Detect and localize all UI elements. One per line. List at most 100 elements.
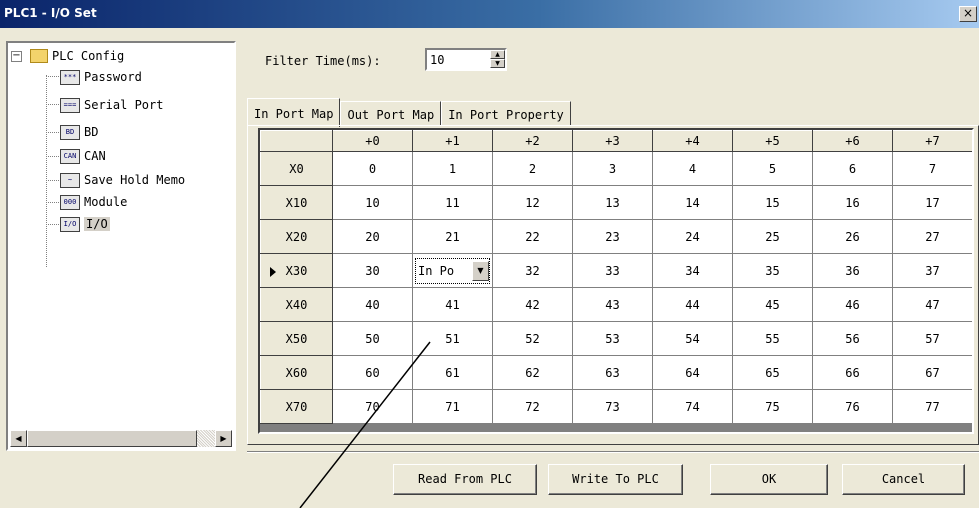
- read-from-plc-button[interactable]: Read From PLC: [393, 464, 537, 495]
- grid-cell[interactable]: 44: [652, 287, 733, 322]
- grid-cell[interactable]: 12: [492, 185, 573, 220]
- grid-cell[interactable]: 30: [332, 253, 413, 288]
- tree-item-password[interactable]: *** Password: [60, 67, 142, 87]
- row-header[interactable]: X40: [260, 287, 333, 322]
- config-tree[interactable]: − PLC Config *** Password === Serial Por…: [6, 41, 236, 451]
- grid-cell[interactable]: 15: [732, 185, 813, 220]
- close-button[interactable]: ×: [959, 6, 977, 22]
- grid-cell[interactable]: 14: [652, 185, 733, 220]
- scroll-left-icon[interactable]: ◀: [10, 430, 27, 447]
- grid-cell[interactable]: 54: [652, 321, 733, 356]
- grid-cell[interactable]: 73: [572, 389, 653, 424]
- grid-cell[interactable]: 26: [812, 219, 893, 254]
- grid-cell[interactable]: 3: [572, 151, 653, 186]
- grid-cell[interactable]: 63: [572, 355, 653, 390]
- grid-cell[interactable]: 66: [812, 355, 893, 390]
- grid-cell[interactable]: 36: [812, 253, 893, 288]
- grid-cell[interactable]: 40: [332, 287, 413, 322]
- grid-cell-editing[interactable]: In Po ▼: [412, 253, 493, 288]
- grid-cell[interactable]: 41: [412, 287, 493, 322]
- scroll-track[interactable]: [197, 430, 215, 447]
- tree-item-bd[interactable]: BD BD: [60, 122, 98, 142]
- tab-in-port-map[interactable]: In Port Map: [247, 98, 341, 127]
- grid-cell[interactable]: 74: [652, 389, 733, 424]
- close-icon[interactable]: ×: [963, 6, 973, 20]
- grid-cell[interactable]: 76: [812, 389, 893, 424]
- tab-out-port-map[interactable]: Out Port Map: [340, 101, 442, 126]
- row-header[interactable]: X50: [260, 321, 333, 356]
- row-header[interactable]: X30: [260, 253, 333, 288]
- grid-cell[interactable]: 25: [732, 219, 813, 254]
- row-header[interactable]: X70: [260, 389, 333, 424]
- grid-cell[interactable]: 10: [332, 185, 413, 220]
- cell-editor-value[interactable]: In Po: [418, 264, 458, 278]
- grid-cell[interactable]: 20: [332, 219, 413, 254]
- row-header[interactable]: X20: [260, 219, 333, 254]
- grid-cell[interactable]: 42: [492, 287, 573, 322]
- grid-cell[interactable]: 43: [572, 287, 653, 322]
- grid-cell[interactable]: 32: [492, 253, 573, 288]
- grid-cell[interactable]: 64: [652, 355, 733, 390]
- tree-item-plc-config[interactable]: PLC Config: [30, 46, 124, 66]
- grid-cell[interactable]: 1: [412, 151, 493, 186]
- grid-cell[interactable]: 62: [492, 355, 573, 390]
- grid-cell[interactable]: 0: [332, 151, 413, 186]
- grid-cell[interactable]: 5: [732, 151, 813, 186]
- grid-cell[interactable]: 13: [572, 185, 653, 220]
- grid-cell[interactable]: 35: [732, 253, 813, 288]
- tab-in-port-property[interactable]: In Port Property: [441, 101, 571, 126]
- row-header[interactable]: X60: [260, 355, 333, 390]
- grid-cell[interactable]: 17: [892, 185, 972, 220]
- grid-cell[interactable]: 55: [732, 321, 813, 356]
- spin-up-icon[interactable]: ▲: [490, 50, 505, 59]
- grid-cell[interactable]: 27: [892, 219, 972, 254]
- grid-cell[interactable]: 11: [412, 185, 493, 220]
- grid-cell[interactable]: 71: [412, 389, 493, 424]
- grid-cell[interactable]: 34: [652, 253, 733, 288]
- grid-cell[interactable]: 2: [492, 151, 573, 186]
- in-port-map-grid[interactable]: +0 +1 +2 +3 +4 +5 +6 +7 X0 0 1 2 3 4 5 6…: [258, 128, 974, 434]
- grid-cell[interactable]: 24: [652, 219, 733, 254]
- grid-cell[interactable]: 67: [892, 355, 972, 390]
- grid-cell[interactable]: 46: [812, 287, 893, 322]
- collapse-icon[interactable]: −: [11, 51, 22, 62]
- grid-cell[interactable]: 45: [732, 287, 813, 322]
- grid-cell[interactable]: 6: [812, 151, 893, 186]
- tree-item-save-hold-memory[interactable]: ~ Save Hold Memo: [60, 170, 185, 190]
- dropdown-arrow-icon[interactable]: ▼: [472, 260, 489, 281]
- grid-cell[interactable]: 21: [412, 219, 493, 254]
- cell-combo-editor[interactable]: In Po ▼: [415, 257, 490, 284]
- tree-horizontal-scrollbar[interactable]: ◀ ▶: [10, 430, 232, 447]
- grid-cell[interactable]: 77: [892, 389, 972, 424]
- grid-cell[interactable]: 22: [492, 219, 573, 254]
- grid-cell[interactable]: 51: [412, 321, 493, 356]
- grid-cell[interactable]: 72: [492, 389, 573, 424]
- grid-cell[interactable]: 65: [732, 355, 813, 390]
- row-header[interactable]: X10: [260, 185, 333, 220]
- grid-cell[interactable]: 75: [732, 389, 813, 424]
- grid-cell[interactable]: 33: [572, 253, 653, 288]
- grid-cell[interactable]: 7: [892, 151, 972, 186]
- grid-cell[interactable]: 56: [812, 321, 893, 356]
- tree-item-io[interactable]: I/O I/O: [60, 214, 110, 234]
- grid-cell[interactable]: 60: [332, 355, 413, 390]
- grid-cell[interactable]: 52: [492, 321, 573, 356]
- grid-cell[interactable]: 16: [812, 185, 893, 220]
- grid-cell[interactable]: 50: [332, 321, 413, 356]
- grid-cell[interactable]: 23: [572, 219, 653, 254]
- grid-cell[interactable]: 37: [892, 253, 972, 288]
- grid-cell[interactable]: 61: [412, 355, 493, 390]
- tree-item-can[interactable]: CAN CAN: [60, 146, 106, 166]
- ok-button[interactable]: OK: [710, 464, 828, 495]
- grid-cell[interactable]: 47: [892, 287, 972, 322]
- grid-cell[interactable]: 70: [332, 389, 413, 424]
- scroll-right-icon[interactable]: ▶: [215, 430, 232, 447]
- tree-item-module[interactable]: 000 Module: [60, 192, 127, 212]
- tree-item-serial-port[interactable]: === Serial Port: [60, 95, 163, 115]
- scroll-thumb[interactable]: [27, 430, 197, 447]
- cancel-button[interactable]: Cancel: [842, 464, 965, 495]
- grid-cell[interactable]: 4: [652, 151, 733, 186]
- write-to-plc-button[interactable]: Write To PLC: [548, 464, 683, 495]
- grid-cell[interactable]: 53: [572, 321, 653, 356]
- row-header[interactable]: X0: [260, 151, 333, 186]
